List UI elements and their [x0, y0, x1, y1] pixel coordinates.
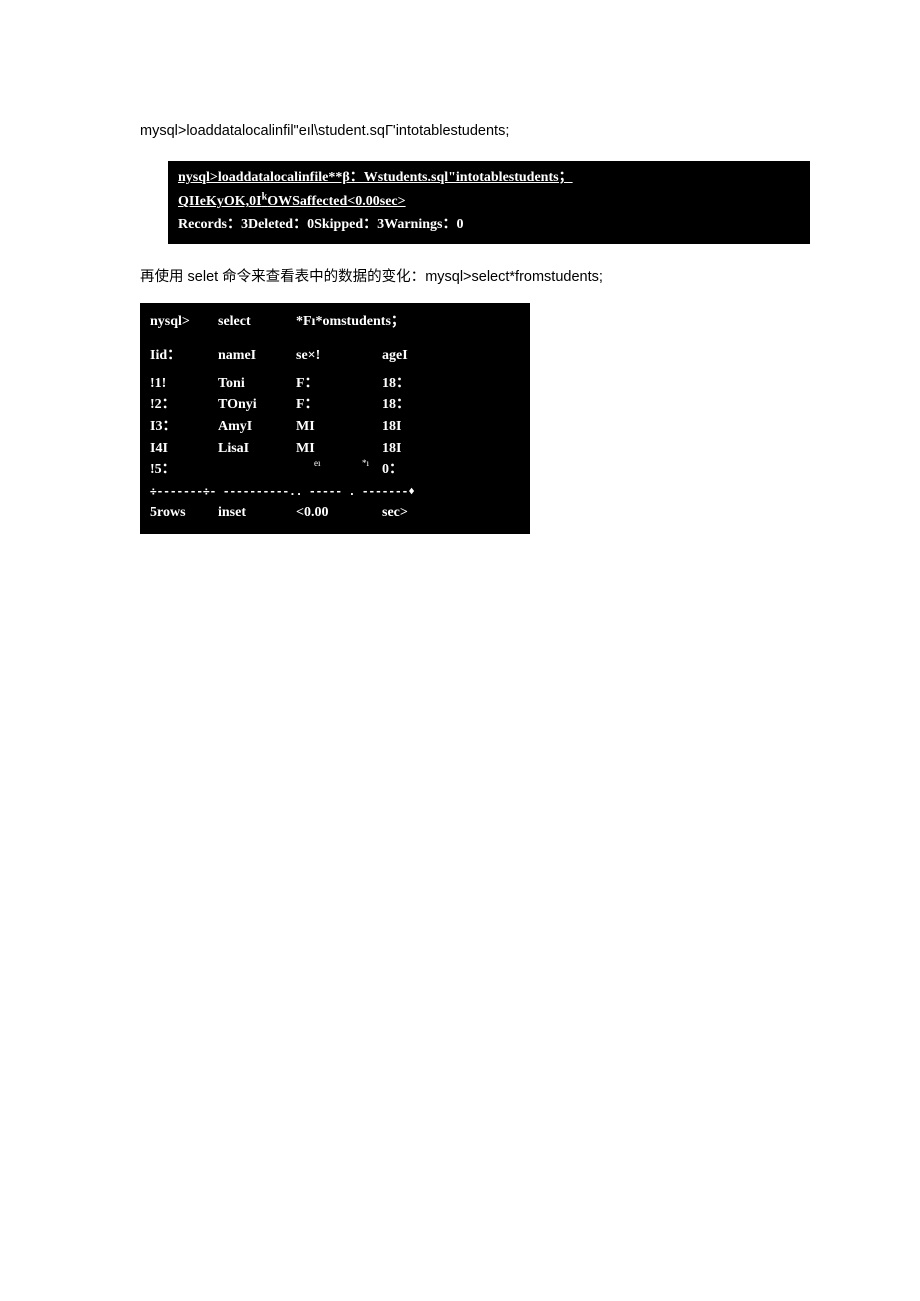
terminal-output-block-2: nysql> select *Fı*omstudents； Iid： nameI…	[140, 303, 530, 534]
table-row: I4I LisaI MI 18I	[150, 438, 520, 460]
cell: MI	[296, 438, 382, 460]
cell: 18：	[382, 394, 462, 416]
cell: I4I	[150, 438, 218, 460]
cell: 18I	[382, 416, 462, 438]
cell: 18：	[382, 373, 462, 395]
inline-command: mysql>select*fromstudents;	[425, 269, 603, 285]
prompt: nysql>	[150, 311, 218, 333]
cell: 18I	[382, 438, 462, 460]
terminal-text: OWSaffected<0.00sec>	[267, 194, 405, 209]
table-row: !2： TOnyi F： 18：	[150, 394, 520, 416]
tiny-mark: eı	[314, 457, 321, 471]
terminal-line: Records：3Deleted：0Skipped：3Warnings：0	[178, 214, 800, 236]
cell: sec>	[382, 502, 462, 524]
cell: Toni	[218, 373, 296, 395]
description-line: 再使用 selet 命令来查看表中的数据的变化：mysql>select*fro…	[140, 266, 790, 289]
terminal-line: nysql>loaddatalocalinfile**β：Wstudents.s…	[178, 167, 800, 213]
table-row: I3： AmyI MI 18I	[150, 416, 520, 438]
terminal-output-block-1: nysql>loaddatalocalinfile**β：Wstudents.s…	[168, 161, 810, 244]
terminal-prompt-row: nysql> select *Fı*omstudents；	[150, 311, 520, 333]
cell: !5：	[150, 459, 218, 481]
cell: I3：	[150, 416, 218, 438]
command-line-1: mysql>loaddatalocalinfil"eıl\student.sqΓ…	[140, 120, 790, 143]
table-header-row: Iid： nameI se×! ageI	[150, 345, 520, 367]
cell	[218, 459, 296, 481]
table-row: !5： eı *ı 0：	[150, 459, 520, 481]
cell: AmyI	[218, 416, 296, 438]
separator-line: ÷-------÷- ----------.. ----- . -------♦	[150, 483, 520, 500]
cell: !2：	[150, 394, 218, 416]
cell: 5rows	[150, 502, 218, 524]
col-id: Iid：	[150, 345, 218, 367]
cell: inset	[218, 502, 296, 524]
col-age: ageI	[382, 345, 462, 367]
cell: F：	[296, 394, 382, 416]
col-sex: se×!	[296, 345, 382, 367]
cell: 0：	[382, 459, 462, 481]
cell: F：	[296, 373, 382, 395]
tiny-mark: *ı	[362, 457, 369, 471]
cell: TOnyi	[218, 394, 296, 416]
cell: <0.00	[296, 502, 382, 524]
table-footer-row: 5rows inset <0.00 sec>	[150, 502, 520, 524]
document-page: mysql>loaddatalocalinfil"eıl\student.sqΓ…	[0, 0, 920, 594]
description-text: 再使用 selet 命令来查看表中的数据的变化：	[140, 269, 425, 285]
sql-query: *Fı*omstudents；	[296, 311, 405, 333]
cell: LisaI	[218, 438, 296, 460]
cell: eı *ı	[296, 459, 382, 481]
col-name: nameI	[218, 345, 296, 367]
cell: !1!	[150, 373, 218, 395]
sql-keyword: select	[218, 311, 296, 333]
cell: MI	[296, 416, 382, 438]
table-row: !1! Toni F： 18：	[150, 373, 520, 395]
